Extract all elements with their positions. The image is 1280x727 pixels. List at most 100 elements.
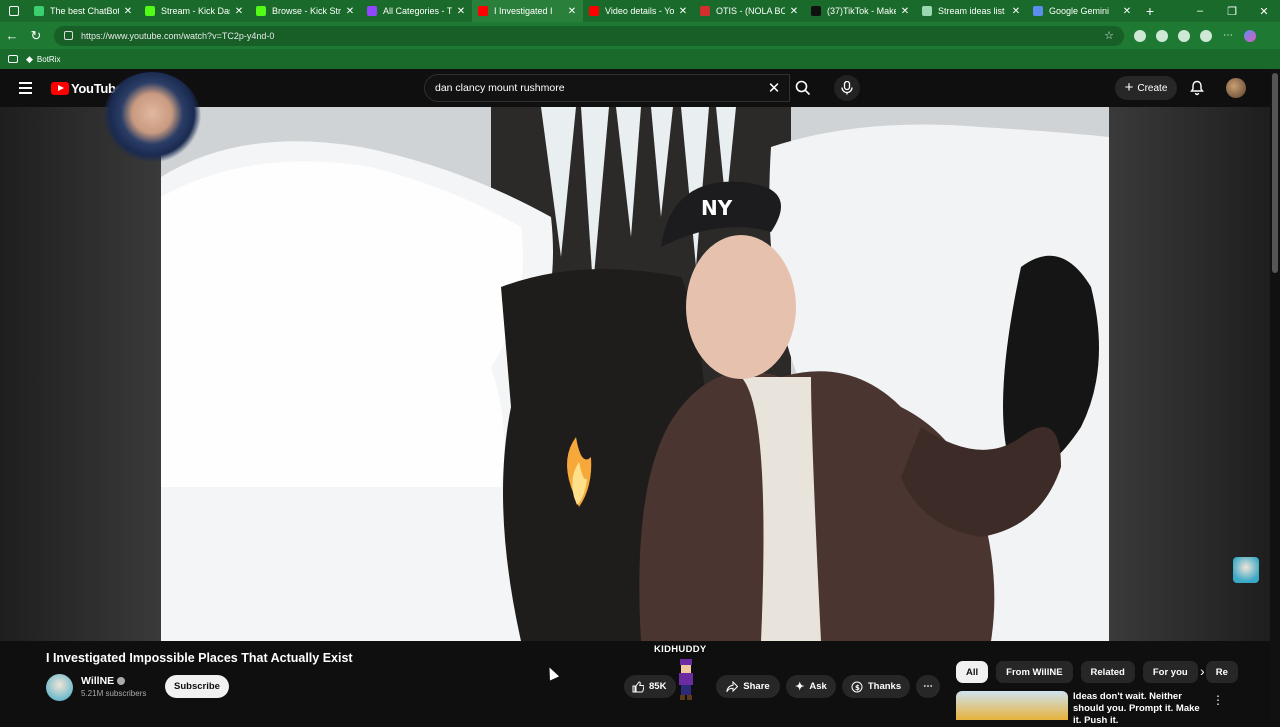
chevron-right-icon[interactable]: › (1200, 663, 1205, 679)
bookmarks-bar: ◆ BotRix (0, 49, 1280, 69)
recommended-thumbnail[interactable] (956, 691, 1068, 720)
tab-favicon-icon (589, 6, 599, 16)
tab-favicon-icon (145, 6, 155, 16)
copilot-icon[interactable] (1244, 29, 1256, 42)
tab-title: All Categories - Twi (383, 6, 452, 16)
url-field[interactable]: https://www.youtube.com/watch?v=TC2p-y4n… (54, 25, 1124, 46)
menu-icon[interactable] (19, 82, 45, 94)
recommended-title[interactable]: Ideas don't wait. Neither should you. Pr… (1073, 691, 1208, 727)
filter-chip[interactable]: Re (1205, 661, 1238, 683)
browser-tab[interactable]: OTIS - (NOLA BOUN ✕ (694, 0, 805, 22)
close-tab-icon[interactable]: ✕ (123, 6, 133, 17)
clear-search-icon[interactable]: ✕ (759, 79, 789, 97)
pixel-character-image (679, 659, 693, 700)
close-tab-icon[interactable]: ✕ (1122, 6, 1132, 17)
back-icon[interactable]: ← (0, 28, 24, 43)
close-tab-icon[interactable]: ✕ (1011, 6, 1021, 17)
extension-icon[interactable] (1134, 29, 1146, 42)
more-actions-button[interactable]: ⋯ (916, 675, 940, 698)
restore-icon[interactable]: ❐ (1216, 5, 1248, 18)
share-label: Share (743, 681, 770, 692)
page-scrollbar[interactable] (1270, 69, 1280, 720)
plus-icon: + (1124, 79, 1134, 96)
browser-tab[interactable]: Google Gemini ✕ (1027, 0, 1138, 22)
browser-tab[interactable]: I Investigated I ✕ (472, 0, 583, 22)
new-tab-button[interactable]: + (1138, 3, 1162, 19)
tab-title: Browse - Kick Strea (272, 6, 341, 16)
browser-tab[interactable]: Stream - Kick Dashb ✕ (139, 0, 250, 22)
share-button[interactable]: Share (716, 675, 780, 698)
close-tab-icon[interactable]: ✕ (456, 6, 466, 17)
voice-search-button[interactable] (834, 75, 860, 101)
address-bar-row: ← ↻ https://www.youtube.com/watch?v=TC2p… (0, 22, 1280, 49)
tab-title: Stream - Kick Dashb (161, 6, 230, 16)
browser-tab[interactable]: Stream ideas list ✕ (916, 0, 1027, 22)
more-horizontal-icon: ⋯ (923, 681, 933, 692)
tab-title: OTIS - (NOLA BOUN (716, 6, 785, 16)
close-tab-icon[interactable]: ✕ (345, 6, 355, 17)
video-ambient-left (0, 107, 161, 641)
close-tab-icon[interactable]: ✕ (567, 6, 577, 17)
window-menu-icon[interactable] (0, 0, 28, 22)
close-tab-icon[interactable]: ✕ (900, 6, 910, 17)
scrollbar-thumb[interactable] (1272, 73, 1278, 273)
close-window-icon[interactable]: ✕ (1248, 5, 1280, 18)
youtube-play-icon (51, 81, 69, 95)
browser-tab[interactable]: Browse - Kick Strea ✕ (250, 0, 361, 22)
tab-favicon-icon (1033, 6, 1043, 16)
botrix-icon: ◆ (26, 53, 33, 64)
create-label: Create (1137, 82, 1168, 94)
close-tab-icon[interactable]: ✕ (678, 6, 688, 17)
close-tab-icon[interactable]: ✕ (234, 6, 244, 17)
filter-chip[interactable]: For you (1142, 661, 1198, 683)
like-button[interactable]: 85K (624, 675, 676, 698)
extension-icon[interactable] (1156, 29, 1168, 42)
video-scene-image: NY (161, 107, 1109, 641)
profile-icon[interactable] (1200, 29, 1212, 42)
create-button[interactable]: + Create (1115, 76, 1177, 100)
account-avatar[interactable] (1226, 78, 1246, 98)
notifications-icon[interactable] (1189, 80, 1205, 96)
search-value: dan clancy mount rushmore (435, 82, 565, 94)
mic-icon (841, 81, 853, 95)
extensions-area: ⋯ (1134, 29, 1256, 42)
reload-icon[interactable]: ↻ (24, 28, 48, 44)
bookmark-star-icon[interactable]: ☆ (1104, 29, 1114, 42)
browser-tab[interactable]: (37)TikTok - Make Y ✕ (805, 0, 916, 22)
thanks-label: Thanks (867, 681, 902, 692)
browser-tab[interactable]: The best ChatBot ar ✕ (28, 0, 139, 22)
close-tab-icon[interactable]: ✕ (789, 6, 799, 17)
svg-text:$: $ (855, 684, 860, 692)
menu-dots-icon[interactable]: ⋯ (1222, 30, 1234, 42)
site-info-icon[interactable] (64, 31, 73, 40)
filter-chip[interactable]: From WillNE (996, 661, 1073, 683)
tab-title: I Investigated I (494, 6, 553, 16)
search-input[interactable]: dan clancy mount rushmore ✕ (424, 74, 790, 102)
video-info-area: I Investigated Impossible Places That Ac… (0, 641, 1270, 726)
bookmark-botrix[interactable]: ◆ BotRix (26, 54, 60, 65)
sparkle-icon: ✦ (795, 681, 805, 693)
thanks-button[interactable]: $ Thanks (842, 675, 910, 698)
search-button[interactable] (788, 74, 818, 102)
video-player[interactable]: NY (0, 107, 1270, 641)
streamer-facecam (103, 72, 201, 164)
browser-tab[interactable]: Video details - YouT ✕ (583, 0, 694, 22)
sidebar-icon[interactable] (8, 55, 18, 63)
channel-name[interactable]: WillNE (81, 675, 126, 687)
ask-button[interactable]: ✦ Ask (786, 675, 836, 698)
filter-chip[interactable]: Related (1080, 661, 1135, 683)
tab-favicon-icon (478, 6, 488, 16)
minimize-icon[interactable]: – (1184, 5, 1216, 18)
subscribe-button[interactable]: Subscribe (165, 675, 229, 698)
more-vertical-icon[interactable]: ⋮ (1212, 693, 1224, 707)
filter-chip[interactable]: All (956, 661, 989, 683)
extension-icon[interactable] (1178, 29, 1190, 42)
share-icon (726, 680, 739, 692)
channel-name-text: WillNE (81, 675, 115, 687)
channel-avatar[interactable] (46, 674, 73, 701)
filter-chips: All From WillNE Related For you Re (956, 661, 1238, 683)
like-count: 85K (649, 681, 667, 692)
video-frame[interactable]: NY (161, 107, 1109, 641)
search-icon (795, 80, 811, 96)
browser-tab[interactable]: All Categories - Twi ✕ (361, 0, 472, 22)
